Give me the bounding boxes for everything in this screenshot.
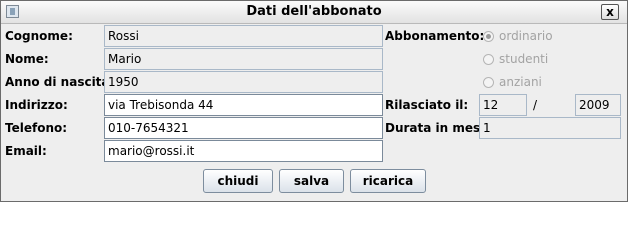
radio-unchecked-icon [483,54,494,65]
radio-anziani-label: anziani [499,75,542,89]
radio-studenti-label: studenti [499,52,549,66]
email-label: Email: [5,144,47,158]
close-button[interactable]: x [601,4,619,20]
email-field[interactable]: mario@rossi.it [104,140,383,162]
window-title: Dati dell'abbonato [246,4,382,19]
nome-label: Nome: [5,52,49,66]
radio-ordinario-label: ordinario [499,29,553,43]
telefono-field[interactable]: 010-7654321 [104,117,383,139]
abbonamento-label: Abbonamento: [385,29,485,43]
telefono-label: Telefono: [5,121,68,135]
nome-field[interactable]: Mario [104,48,383,70]
durata-field[interactable]: 1 [479,117,621,139]
radio-studenti[interactable]: studenti [483,52,548,66]
durata-label: Durata in mesi: [385,121,490,135]
anno-nascita-field[interactable]: 1950 [104,71,383,93]
salva-button[interactable]: salva [279,169,344,193]
radio-checked-icon [483,31,494,42]
chiudi-button[interactable]: chiudi [203,169,273,193]
title-bar[interactable]: Dati dell'abbonato x [1,1,627,24]
cognome-label: Cognome: [5,29,73,43]
rilasciato-label: Rilasciato il: [385,98,469,112]
date-separator: / [533,98,538,112]
radio-anziani[interactable]: anziani [483,75,542,89]
radio-ordinario[interactable]: ordinario [483,29,553,43]
radio-unchecked-icon [483,77,494,88]
anno-nascita-label: Anno di nascita: [5,75,115,89]
ricarica-button[interactable]: ricarica [350,169,426,193]
rilasciato-month-field[interactable]: 12 [479,94,527,116]
dialog-window: Dati dell'abbonato x Cognome: Nome: Anno… [0,0,628,202]
indirizzo-field[interactable]: via Trebisonda 44 [104,94,383,116]
cognome-field[interactable]: Rossi [104,25,383,47]
indirizzo-label: Indirizzo: [5,98,68,112]
rilasciato-year-field[interactable]: 2009 [575,94,621,116]
